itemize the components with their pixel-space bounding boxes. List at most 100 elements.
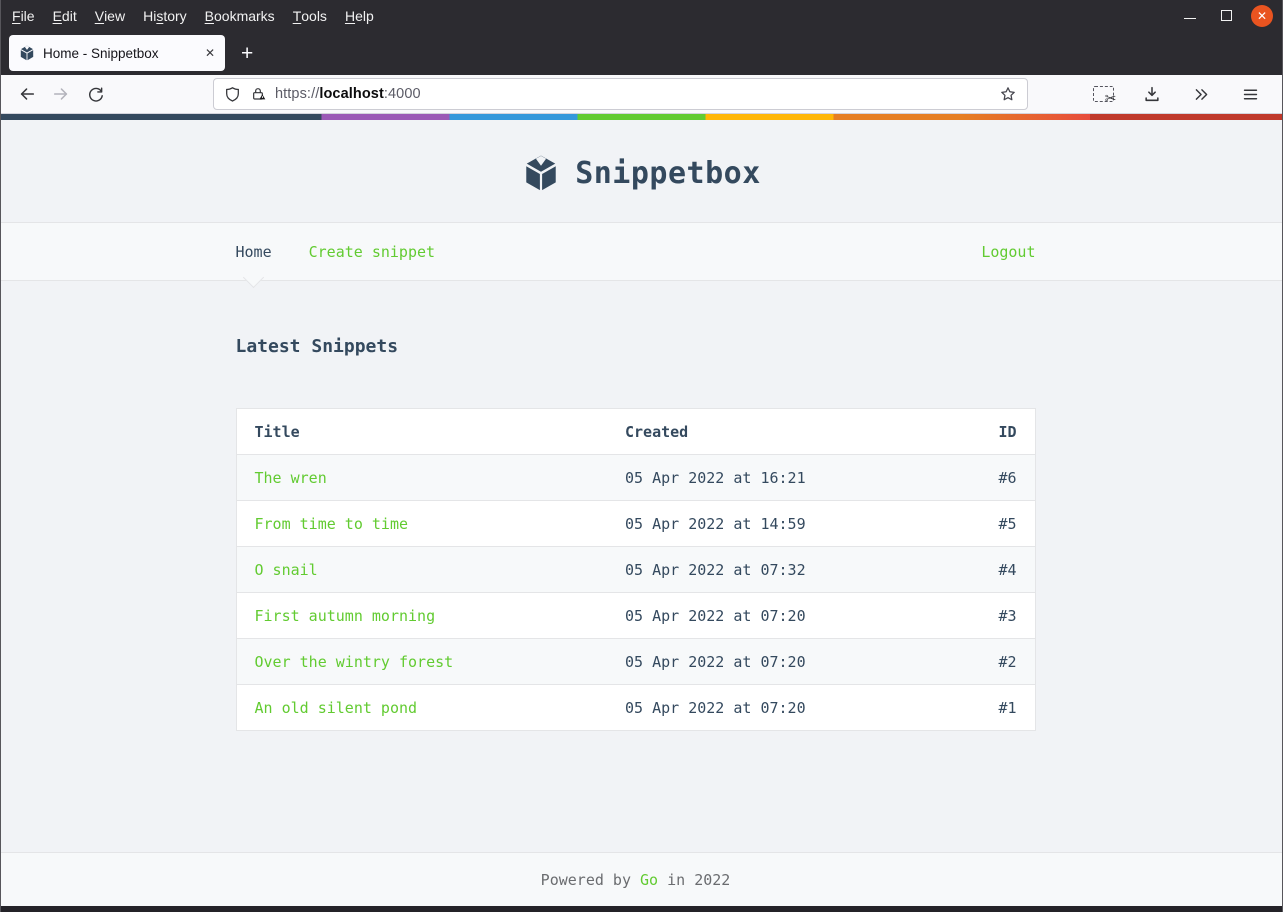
table-row: O snail 05 Apr 2022 at 07:32 #4	[236, 546, 1035, 593]
window-bottom-edge	[1, 906, 1282, 912]
navigation-toolbar: https://localhost:4000 ✂	[1, 75, 1282, 114]
downloads-button[interactable]	[1136, 80, 1168, 108]
latest-snippets-heading: Latest Snippets	[235, 336, 399, 357]
close-icon: ✕	[1256, 8, 1268, 23]
double-chevron-icon	[1195, 88, 1207, 100]
screenshot-button[interactable]: ✂	[1087, 80, 1119, 108]
download-icon	[1145, 86, 1159, 102]
page-main: Latest Snippets Title Created ID The wre…	[1, 281, 1282, 852]
back-button[interactable]	[11, 80, 43, 108]
maximize-icon	[1220, 10, 1232, 21]
reload-button[interactable]	[79, 80, 111, 108]
overflow-menu-button[interactable]	[1185, 80, 1217, 108]
scissors-glyph: ✂	[1104, 90, 1117, 106]
browser-tab-home[interactable]: Home - Snippetbox ✕	[9, 35, 225, 71]
snippet-link[interactable]: The wren	[255, 469, 327, 487]
snippet-link[interactable]: From time to time	[255, 515, 409, 533]
menu-item-tools[interactable]: Tools	[284, 0, 336, 31]
table-row: From time to time 05 Apr 2022 at 14:59 #5	[236, 500, 1035, 547]
cell-created: 05 Apr 2022 at 07:20	[607, 592, 919, 639]
cell-created: 05 Apr 2022 at 07:20	[607, 684, 919, 731]
header-created: Created	[607, 408, 919, 455]
forward-button[interactable]	[45, 80, 77, 108]
menu-item-file[interactable]: File	[3, 0, 44, 31]
scissors-icon: ✂	[1092, 86, 1117, 106]
close-tab-icon[interactable]: ✕	[203, 45, 217, 61]
cell-title: First autumn morning	[236, 592, 607, 639]
url-bar[interactable]: https://localhost:4000	[213, 78, 1028, 110]
table-row: The wren 05 Apr 2022 at 16:21 #6	[236, 454, 1035, 501]
snippet-link[interactable]: Over the wintry forest	[255, 653, 454, 671]
snippet-link[interactable]: O snail	[255, 561, 318, 579]
cell-id: #3	[919, 592, 1035, 639]
nav-inner: Home Create snippet Logout	[236, 223, 1036, 280]
menu-item-bookmarks[interactable]: Bookmarks	[196, 0, 284, 31]
reload-icon	[88, 86, 103, 102]
table-row: An old silent pond 05 Apr 2022 at 07:20 #1	[236, 684, 1035, 731]
url-port: :4000	[383, 86, 421, 102]
cell-created: 05 Apr 2022 at 14:59	[607, 500, 919, 547]
header-title: Title	[236, 408, 607, 455]
url-host: localhost	[319, 86, 384, 102]
table-header-row: Title Created ID	[236, 408, 1035, 455]
cell-id: #1	[919, 684, 1035, 731]
page-nav: Home Create snippet Logout	[1, 223, 1282, 281]
go-link[interactable]: Go	[640, 871, 658, 889]
hamburger-menu-icon	[1243, 89, 1257, 99]
table-row: Over the wintry forest 05 Apr 2022 at 07:…	[236, 638, 1035, 685]
page-title: Snippetbox	[575, 155, 761, 191]
page-footer: Powered by Go in 2022	[1, 852, 1282, 906]
cell-created: 05 Apr 2022 at 07:20	[607, 638, 919, 685]
snippets-table: Title Created ID The wren 05 Apr 2022 at …	[235, 408, 1036, 731]
cell-title: From time to time	[236, 500, 607, 547]
menu-item-edit[interactable]: Edit	[44, 0, 86, 31]
lock-warning-icon	[253, 88, 266, 100]
menu-item-view[interactable]: View	[86, 0, 134, 31]
minimize-icon	[1184, 18, 1196, 19]
header-id: ID	[919, 408, 1035, 455]
cell-title: Over the wintry forest	[236, 638, 607, 685]
back-arrow-icon	[20, 88, 35, 100]
cell-created: 05 Apr 2022 at 16:21	[607, 454, 919, 501]
snippet-link[interactable]: First autumn morning	[255, 607, 436, 625]
toolbar-right-icons: ✂	[1087, 80, 1272, 108]
footer-text: Powered by Go in 2022	[541, 871, 731, 889]
cell-id: #5	[919, 500, 1035, 547]
snippetbox-logo-icon	[526, 155, 556, 191]
bookmark-star-icon[interactable]	[999, 85, 1017, 103]
cell-id: #4	[919, 546, 1035, 593]
snippetbox-favicon-icon	[20, 45, 34, 61]
cell-title: O snail	[236, 546, 607, 593]
app-menu-button[interactable]	[1234, 80, 1266, 108]
menu-items: File Edit View Hi s tory Bookmarks Tools Help	[3, 0, 383, 31]
tab-title: Home - Snippetbox	[43, 45, 159, 61]
page-viewport: Snippetbox Home Create snippet Logout La…	[1, 114, 1282, 906]
url-scheme: https://	[275, 86, 320, 102]
nav-link-create-snippet[interactable]: Create snippet	[309, 243, 435, 261]
snippet-link[interactable]: An old silent pond	[255, 699, 418, 717]
cell-title: The wren	[236, 454, 607, 501]
logout-button[interactable]: Logout	[981, 243, 1035, 261]
menu-bar: File Edit View Hi s tory Bookmarks Tools Help ✕	[1, 0, 1282, 31]
url-text: https://localhost:4000	[275, 86, 421, 102]
window-controls: ✕	[1179, 4, 1282, 27]
cell-id: #2	[919, 638, 1035, 685]
menu-item-help[interactable]: Help	[336, 0, 383, 31]
tracking-shield-icon	[226, 86, 239, 102]
nav-link-home[interactable]: Home	[236, 243, 272, 261]
table-row: First autumn morning 05 Apr 2022 at 07:20…	[236, 592, 1035, 639]
tab-bar: Home - Snippetbox ✕ +	[1, 31, 1282, 75]
brand-home-link[interactable]: Snippetbox	[522, 154, 761, 192]
cell-title: An old silent pond	[236, 684, 607, 731]
new-tab-button[interactable]: +	[235, 43, 259, 64]
maximize-button[interactable]	[1215, 5, 1237, 27]
footer-prefix: Powered by	[540, 870, 641, 889]
footer-suffix: in 2022	[658, 870, 731, 889]
close-window-button[interactable]: ✕	[1251, 4, 1273, 27]
menu-item-history[interactable]: Hi s tory	[134, 0, 196, 31]
browser-window: File Edit View Hi s tory Bookmarks Tools Help ✕ …	[0, 0, 1283, 912]
cell-created: 05 Apr 2022 at 07:32	[607, 546, 919, 593]
forward-arrow-icon	[53, 88, 68, 100]
cell-id: #6	[919, 454, 1035, 501]
minimize-button[interactable]	[1179, 5, 1201, 27]
